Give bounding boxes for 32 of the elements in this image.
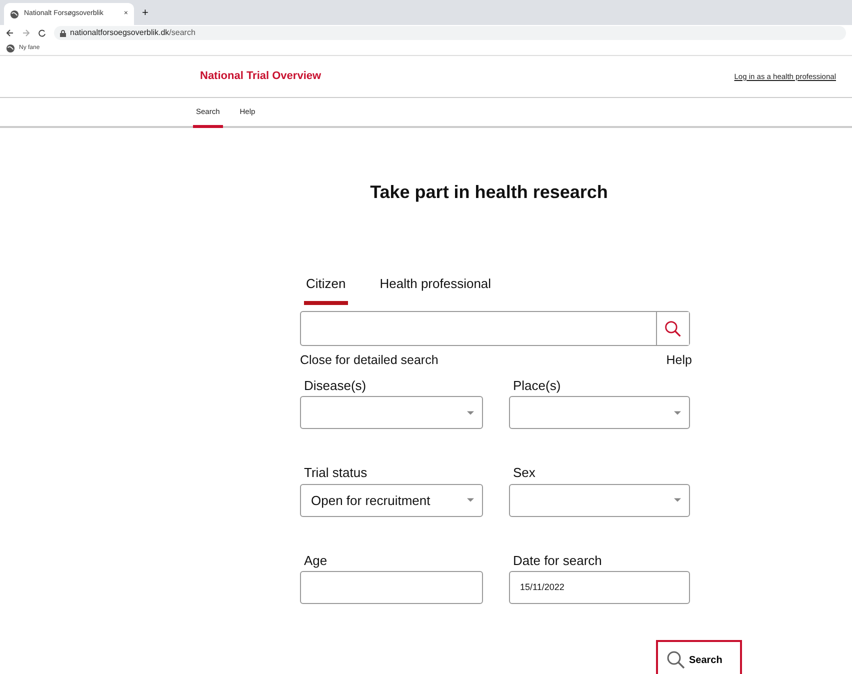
caret-icon <box>467 410 474 415</box>
address-field[interactable]: nationaltforsoegsoverblik.dk/search <box>70 27 196 39</box>
caret-icon <box>467 498 474 502</box>
select-field[interactable] <box>300 396 483 430</box>
caret-icon <box>674 498 681 502</box>
field-label: Sex <box>513 464 536 482</box>
audience-tab[interactable]: Citizen <box>304 274 348 306</box>
help-link[interactable]: Help <box>666 351 692 370</box>
search-button[interactable]: Search <box>656 640 742 674</box>
globe-icon <box>6 44 15 52</box>
field-label: Place(s) <box>513 376 562 395</box>
select-field[interactable] <box>509 396 690 430</box>
reload-icon[interactable] <box>38 29 46 37</box>
field-label: Disease(s) <box>304 376 368 395</box>
search-icon <box>666 650 686 670</box>
field-label: Trial status <box>304 464 368 482</box>
caret-icon <box>674 410 681 415</box>
field-label: Age <box>304 552 328 570</box>
input-field[interactable] <box>300 571 483 604</box>
detailed-search-link[interactable]: Close for detailed search <box>300 351 438 370</box>
audience-tab[interactable]: Health professional <box>378 274 494 306</box>
site-logo[interactable]: National Trial Overview <box>200 68 322 85</box>
select-field[interactable]: Open for recruitment <box>300 484 483 517</box>
forward-icon[interactable] <box>22 29 30 37</box>
page-heading: Take part in health research <box>369 182 609 204</box>
field-label: Date for search <box>513 552 603 570</box>
new-tab-button[interactable]: + <box>142 4 148 21</box>
select-field[interactable] <box>509 484 690 517</box>
globe-icon <box>10 10 19 18</box>
back-icon[interactable] <box>6 29 14 37</box>
lock-icon <box>60 30 66 36</box>
input-field[interactable]: 15/11/2022 <box>509 571 690 604</box>
